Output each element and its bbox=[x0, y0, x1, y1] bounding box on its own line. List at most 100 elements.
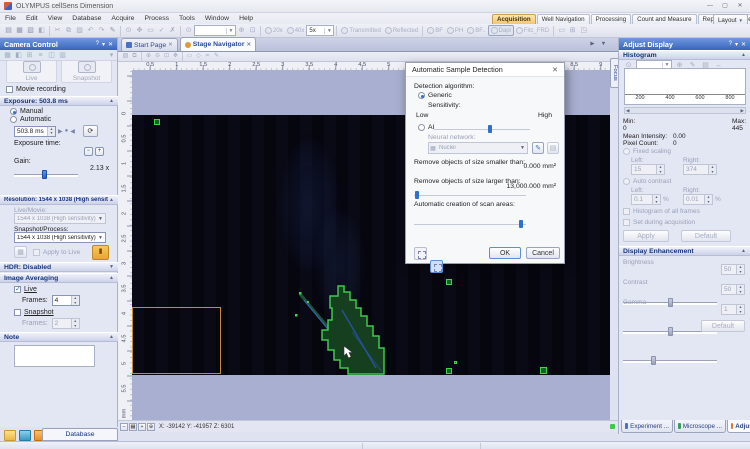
contrast-input[interactable]: 50▲▼ bbox=[721, 284, 745, 295]
exposure-input[interactable]: 503.8 ms ▲▼ bbox=[14, 126, 56, 137]
channel-dapi-button[interactable]: Dapi bbox=[488, 25, 514, 36]
gamma-input[interactable]: 1▲▼ bbox=[721, 304, 745, 315]
copy-icon[interactable]: ⧉ bbox=[63, 25, 74, 36]
hdr-section-header[interactable]: HDR: Disabled▼ bbox=[0, 262, 118, 272]
transmitted-button[interactable]: Transmitted bbox=[339, 26, 382, 35]
tab-experiment[interactable]: Experiment ... bbox=[621, 420, 673, 433]
reflected-button[interactable]: Reflected bbox=[383, 26, 420, 35]
zoom-in-button[interactable]: + bbox=[138, 423, 146, 431]
close-icon[interactable]: ✕ bbox=[108, 41, 113, 48]
paste-icon[interactable]: ▨ bbox=[74, 25, 85, 36]
roi-tool-icon[interactable]: ▭ bbox=[145, 25, 156, 36]
histogram-icon[interactable]: ◧ bbox=[13, 50, 24, 61]
save-icon[interactable]: ▧ bbox=[25, 25, 36, 36]
zoom-tool-icon[interactable]: ⊙ bbox=[123, 25, 134, 36]
copy-icon[interactable]: ⧉ bbox=[130, 52, 139, 61]
tab-start-page[interactable]: Start Page✕ bbox=[121, 38, 178, 51]
ribbon-tab-acquisition[interactable]: Acquisition bbox=[492, 14, 536, 24]
pan-tool-icon[interactable]: ✥ bbox=[134, 25, 145, 36]
info-icon[interactable]: ▥ bbox=[57, 50, 68, 61]
manual-radio[interactable] bbox=[10, 108, 17, 115]
overlay-icon[interactable]: ◳ bbox=[578, 25, 589, 36]
exposure-minus-button[interactable]: − bbox=[84, 147, 93, 156]
pin-icon[interactable]: ▾ bbox=[102, 41, 105, 48]
maximize-button[interactable]: ▢ bbox=[719, 2, 731, 11]
scroll-right-icon[interactable]: ▶ bbox=[741, 108, 744, 114]
objective-select[interactable]: 5x ▼ bbox=[306, 25, 334, 36]
cancel-button[interactable]: Cancel bbox=[526, 247, 560, 259]
exposure-slider[interactable] bbox=[14, 170, 78, 179]
zoom-out-button[interactable]: − bbox=[120, 423, 128, 431]
generic-radio[interactable] bbox=[418, 92, 425, 99]
minimize-button[interactable]: — bbox=[704, 2, 716, 11]
menu-item[interactable]: View bbox=[43, 15, 68, 22]
channel-bf-button[interactable]: BF bbox=[425, 26, 445, 35]
dialog-titlebar[interactable]: Automatic Sample Detection ✕ bbox=[406, 63, 564, 77]
redo-icon[interactable]: ↷ bbox=[96, 25, 107, 36]
spinner-arrows[interactable]: ▲▼ bbox=[736, 265, 744, 274]
scroll-left-icon[interactable]: ◀ bbox=[626, 108, 629, 114]
polygon-select-icon[interactable]: ◇ bbox=[194, 52, 203, 61]
close-button[interactable]: ✕ bbox=[734, 2, 746, 11]
camera-settings-icon[interactable]: ▦ bbox=[2, 50, 13, 61]
cut-icon[interactable]: ✂ bbox=[52, 25, 63, 36]
measure-icon[interactable]: ≍ bbox=[203, 52, 212, 61]
pan-icon[interactable]: ✥ bbox=[171, 52, 180, 61]
magnify-plus-icon[interactable]: ⊕ bbox=[236, 25, 247, 36]
zoom-fit-button[interactable]: ▦ bbox=[129, 423, 137, 431]
menu-item[interactable]: Database bbox=[67, 15, 106, 22]
note-textarea[interactable] bbox=[14, 345, 95, 367]
exposure-section-header[interactable]: Exposure: 503.8 ms▲ bbox=[0, 96, 118, 106]
scan-area-icon[interactable]: ▭ bbox=[556, 25, 567, 36]
close-icon[interactable]: ✕ bbox=[168, 42, 173, 48]
help-icon[interactable]: ? bbox=[729, 41, 732, 47]
display-enhancement-header[interactable]: Display Enhancement▲ bbox=[619, 246, 750, 256]
image-averaging-section-header[interactable]: Image Averaging▲ bbox=[0, 273, 118, 283]
tab-list-icon[interactable]: ▼ bbox=[599, 40, 608, 49]
close-icon[interactable]: ✕ bbox=[741, 41, 746, 48]
spinner-arrows[interactable]: ▲▼ bbox=[736, 285, 744, 294]
annotate-icon[interactable]: ✎ bbox=[212, 52, 221, 61]
channel-fitc-button[interactable]: Fitc_FRD bbox=[514, 26, 551, 35]
pointer-icon[interactable]: ✎ bbox=[107, 25, 118, 36]
ribbon-tab-count-measure[interactable]: Count and Measure bbox=[632, 14, 696, 24]
live-button[interactable]: Live bbox=[6, 60, 57, 83]
menu-item[interactable]: Window bbox=[200, 15, 234, 22]
menu-item[interactable]: Process bbox=[139, 15, 174, 22]
spinner-arrows[interactable]: ▲▼ bbox=[47, 127, 55, 136]
help-icon[interactable]: ? bbox=[96, 41, 99, 47]
scan-area-selection-rect[interactable] bbox=[132, 307, 221, 374]
tab-adjust-display[interactable]: Adjust Display bbox=[727, 420, 750, 433]
channel-ph-button[interactable]: PH bbox=[445, 26, 465, 35]
focus-panel-tab[interactable]: Focus bbox=[610, 58, 618, 88]
auto-exposure-button[interactable]: ⟳ bbox=[83, 125, 98, 137]
folder-icon[interactable] bbox=[4, 430, 16, 441]
ai-radio[interactable] bbox=[418, 124, 425, 131]
channel-bf2-button[interactable]: BF.. bbox=[465, 26, 487, 35]
mag-20x-button[interactable]: 20x bbox=[263, 26, 285, 35]
grid-icon[interactable]: ⊞ bbox=[24, 50, 35, 61]
pin-icon[interactable]: ▾ bbox=[735, 41, 738, 48]
ok-button[interactable]: OK bbox=[489, 247, 521, 259]
close-icon[interactable]: ✕ bbox=[552, 66, 558, 74]
center-stage-button[interactable]: ⊕ bbox=[147, 423, 155, 431]
snapshot-process-select[interactable]: 1544 x 1038 (High sensitivity) ▼ bbox=[14, 232, 106, 243]
remove-smaller-slider[interactable] bbox=[414, 191, 526, 199]
menu-item[interactable]: Help bbox=[234, 15, 258, 22]
database-tab[interactable]: Database bbox=[42, 428, 118, 441]
zoom-out-icon[interactable]: ⊖ bbox=[153, 52, 162, 61]
note-section-header[interactable]: Note▲ bbox=[0, 332, 118, 342]
overflow-icon[interactable]: ▾ bbox=[106, 50, 117, 61]
train-network-button[interactable]: ✎ bbox=[532, 142, 544, 154]
rect-select-icon[interactable]: ▭ bbox=[185, 52, 194, 61]
resolution-warning-button[interactable]: ▮ bbox=[92, 245, 109, 260]
new-document-icon[interactable]: ▤ bbox=[3, 25, 14, 36]
mag-40x-button[interactable]: 40x bbox=[285, 26, 307, 35]
scan-area-mode-on-button[interactable] bbox=[430, 260, 443, 273]
search-combobox[interactable]: ▼ bbox=[194, 25, 236, 36]
accept-icon[interactable]: ✓ bbox=[156, 25, 167, 36]
ribbon-tab-well-navigation[interactable]: Well Navigation bbox=[537, 14, 590, 24]
avg-snapshot-checkbox[interactable] bbox=[14, 309, 21, 316]
menu-item[interactable]: Edit bbox=[21, 15, 43, 22]
avg-live-checkbox[interactable] bbox=[14, 286, 21, 293]
